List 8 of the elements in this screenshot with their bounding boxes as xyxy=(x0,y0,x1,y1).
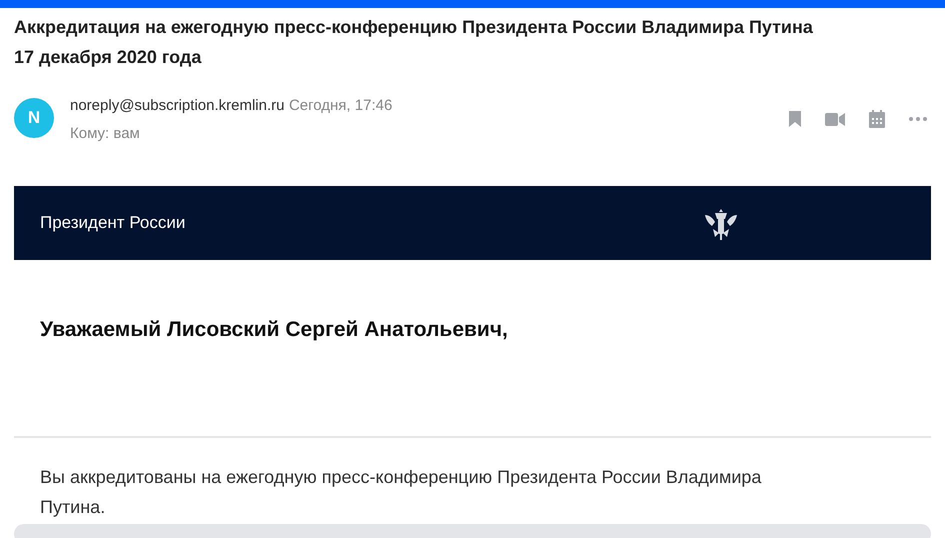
email-time: Сегодня, 17:46 xyxy=(288,97,392,114)
sender-address[interactable]: noreply@subscription.kremlin.ru xyxy=(70,97,284,114)
recipient-text: Кому: вам xyxy=(70,124,140,144)
email-subject: Аккредитация на ежегодную пресс-конференцию Президента России Владимира Путина 17 декабря 2020 года xyxy=(14,16,814,69)
greeting-text: Уважаемый Лисовский Сергей Анатольевич, xyxy=(40,317,509,343)
sender-avatar: N xyxy=(14,98,54,138)
body-text: Вы аккредитованы на ежегодную пресс-конференцию Президента России Владимира Путина. xyxy=(40,466,762,519)
banner-title: Президент России xyxy=(40,212,186,234)
